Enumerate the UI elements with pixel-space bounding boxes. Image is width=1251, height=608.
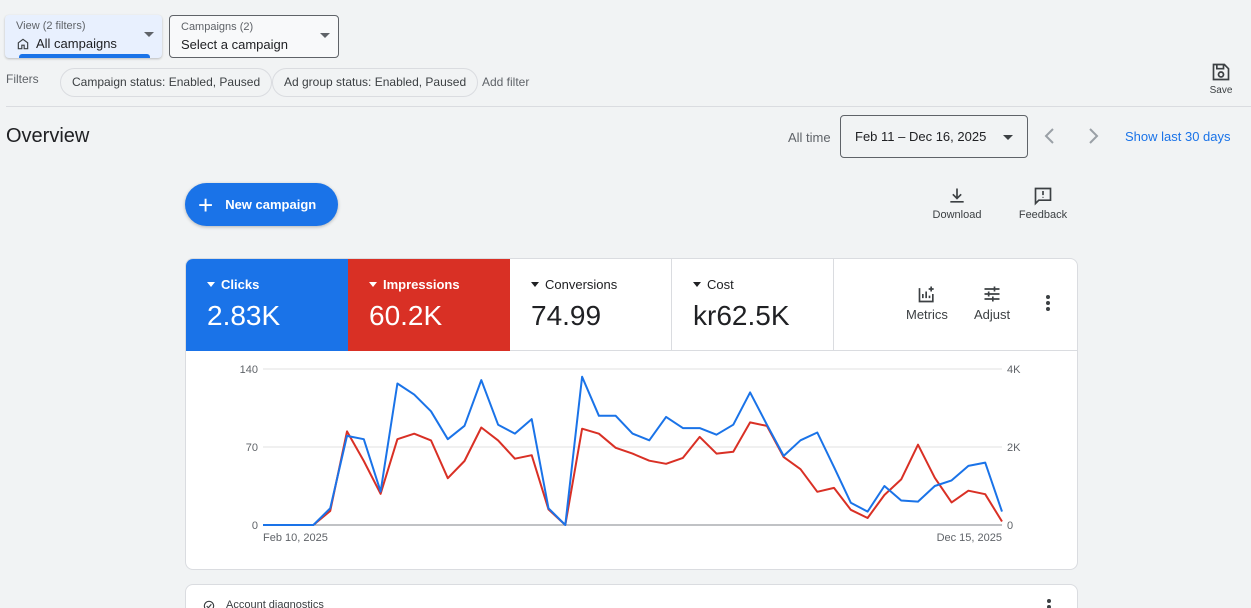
new-campaign-label: New campaign — [225, 197, 317, 212]
view-selector-underline — [19, 54, 150, 58]
add-chart-icon — [918, 286, 934, 303]
metric-tile-impressions[interactable]: Impressions 60.2K — [348, 259, 510, 351]
metric-label: Conversions — [545, 277, 618, 292]
campaign-selector-sublabel: Campaigns (2) — [181, 21, 254, 33]
date-range-selector[interactable]: Feb 11 – Dec 16, 2025 — [840, 115, 1028, 158]
caret-down-icon — [693, 282, 701, 287]
metric-value: 60.2K — [369, 300, 443, 331]
account-diagnostics-title: Account diagnostics — [226, 599, 324, 608]
right-tick-label: 4K — [1007, 364, 1021, 376]
caret-down-icon — [369, 282, 377, 287]
right-tick-label: 2K — [1007, 442, 1021, 454]
page-title: Overview — [6, 125, 90, 147]
view-selector-value: All campaigns — [36, 36, 117, 51]
chevron-down-icon — [144, 32, 154, 37]
right-tick-label: 0 — [1007, 520, 1013, 532]
series-line-clicks — [263, 375, 1003, 526]
download-icon — [950, 188, 964, 203]
more-options-icon[interactable] — [1047, 599, 1051, 608]
next-period-icon[interactable] — [1086, 127, 1100, 145]
feedback-button[interactable]: Feedback — [1014, 186, 1072, 221]
save-label: Save — [1209, 85, 1233, 96]
view-selector[interactable]: View (2 filters) All campaigns — [5, 15, 162, 58]
metric-tile-cost[interactable]: Cost kr62.5K — [672, 259, 834, 351]
caret-down-icon — [207, 282, 215, 287]
left-tick-label: 0 — [252, 520, 258, 532]
save-button[interactable]: Save — [1206, 62, 1236, 96]
diagnostics-icon — [203, 600, 215, 608]
performance-card: Clicks 2.83K Impressions 60.2K Conversio… — [185, 258, 1078, 570]
account-home-icon — [17, 38, 29, 49]
filter-chip-campaign-status[interactable]: Campaign status: Enabled, Paused — [60, 68, 273, 97]
adjust-label: Adjust — [974, 307, 1011, 322]
line-chart-svg: 0 70 140 0 2K 4K Feb 10, 2025 Dec 15, 2025 — [240, 364, 1021, 544]
chevron-down-icon — [320, 33, 330, 38]
feedback-label: Feedback — [1018, 209, 1068, 221]
more-options-icon[interactable] — [1046, 295, 1050, 313]
account-diagnostics-card: Account diagnostics — [185, 584, 1078, 608]
metric-tile-clicks[interactable]: Clicks 2.83K — [186, 259, 348, 351]
campaign-selector-value: Select a campaign — [181, 37, 288, 52]
metric-value: 74.99 — [531, 300, 602, 331]
caret-down-icon — [531, 282, 539, 287]
metric-value: kr62.5K — [693, 300, 790, 331]
metric-label: Clicks — [221, 277, 260, 292]
header-divider — [6, 106, 1251, 107]
date-range-value: Feb 11 – Dec 16, 2025 — [855, 129, 987, 144]
metrics-label: Metrics — [906, 307, 948, 322]
metrics-button[interactable]: Metrics — [906, 284, 948, 322]
previous-period-icon[interactable] — [1043, 127, 1057, 145]
filters-label: Filters — [6, 72, 39, 86]
x-end-label: Dec 15, 2025 — [937, 532, 1002, 544]
save-icon — [1212, 63, 1230, 81]
campaign-selector[interactable]: Campaigns (2) Select a campaign — [169, 15, 339, 58]
show-last-30-days-link[interactable]: Show last 30 days — [1125, 129, 1231, 144]
left-tick-label: 140 — [240, 364, 258, 376]
feedback-icon — [1034, 187, 1052, 206]
metric-value: 2.83K — [207, 300, 281, 331]
tune-icon — [984, 286, 1000, 302]
new-campaign-button[interactable]: + New campaign — [185, 183, 338, 226]
add-filter-button[interactable]: Add filter — [482, 75, 529, 89]
x-start-label: Feb 10, 2025 — [263, 532, 328, 544]
chevron-down-icon — [1003, 135, 1013, 140]
plus-icon: + — [198, 189, 214, 220]
metric-tools: Metrics Adjust — [834, 259, 1077, 350]
all-time-label: All time — [788, 130, 831, 145]
metric-label: Cost — [707, 277, 734, 292]
metric-label: Impressions — [383, 277, 460, 292]
filter-chip-ad-group-status[interactable]: Ad group status: Enabled, Paused — [272, 68, 479, 97]
view-selector-sublabel: View (2 filters) — [16, 20, 86, 32]
adjust-button[interactable]: Adjust — [974, 284, 1010, 322]
download-button[interactable]: Download — [928, 186, 986, 221]
performance-chart: 0 70 140 0 2K 4K Feb 10, 2025 Dec 15, 2025 — [186, 351, 1077, 569]
download-label: Download — [932, 209, 982, 221]
left-tick-label: 70 — [246, 442, 258, 454]
metric-tile-conversions[interactable]: Conversions 74.99 — [510, 259, 672, 351]
